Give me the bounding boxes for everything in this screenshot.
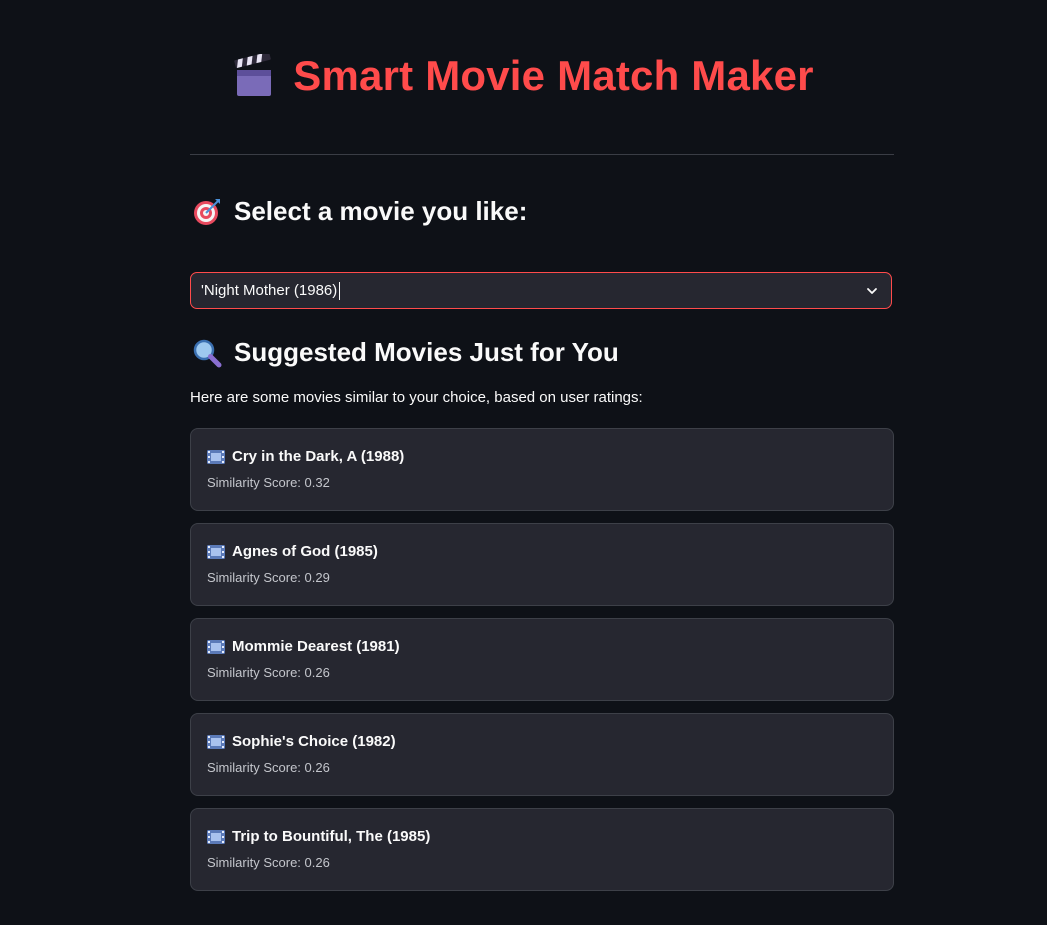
magnifying-glass-icon	[193, 339, 222, 367]
text-cursor	[339, 281, 341, 300]
movie-select-text: 'Night Mother (1986)	[201, 282, 338, 299]
similarity-score: Similarity Score: 0.32	[207, 475, 330, 490]
recommendation-card: Trip to Bountiful, The (1985) Similarity…	[190, 808, 894, 891]
clapper-board-icon	[234, 54, 272, 96]
film-frames-icon	[207, 734, 225, 749]
similarity-score: Similarity Score: 0.26	[207, 760, 330, 775]
chevron-down-icon[interactable]	[865, 284, 879, 298]
movie-select-value[interactable]: 'Night Mother (1986)	[201, 281, 341, 300]
select-section-heading: Select a movie you like:	[192, 196, 527, 227]
header-divider	[190, 154, 894, 155]
recommendation-card: Mommie Dearest (1981) Similarity Score: …	[190, 618, 894, 701]
direct-hit-target-icon	[194, 198, 220, 225]
recommendation-title-row: Mommie Dearest (1981)	[207, 638, 400, 655]
recommendation-title-row: Cry in the Dark, A (1988)	[207, 448, 404, 465]
film-frames-icon	[207, 829, 225, 844]
recommendation-list: Cry in the Dark, A (1988) Similarity Sco…	[190, 428, 894, 903]
recommendation-title: Agnes of God (1985)	[232, 543, 378, 560]
recommendation-title: Mommie Dearest (1981)	[232, 638, 400, 655]
recommendation-card: Agnes of God (1985) Similarity Score: 0.…	[190, 523, 894, 606]
recommendation-title-row: Agnes of God (1985)	[207, 543, 378, 560]
similarity-score: Similarity Score: 0.29	[207, 570, 330, 585]
recommendation-title: Trip to Bountiful, The (1985)	[232, 828, 431, 845]
page-title: Smart Movie Match Maker	[293, 52, 814, 99]
film-frames-icon	[207, 639, 225, 654]
suggest-section-title: Suggested Movies Just for You	[234, 337, 619, 367]
film-frames-icon	[207, 449, 225, 464]
recommendation-title: Cry in the Dark, A (1988)	[232, 448, 405, 465]
recommendation-title-row: Sophie's Choice (1982)	[207, 733, 396, 750]
similarity-score: Similarity Score: 0.26	[207, 855, 330, 870]
recommendation-card: Cry in the Dark, A (1988) Similarity Sco…	[190, 428, 894, 511]
recommendation-title-row: Trip to Bountiful, The (1985)	[207, 828, 430, 845]
page-header: Smart Movie Match Maker	[0, 52, 1047, 100]
recommendation-card: Sophie's Choice (1982) Similarity Score:…	[190, 713, 894, 796]
film-frames-icon	[207, 544, 225, 559]
recommendation-title: Sophie's Choice (1982)	[232, 733, 396, 750]
suggest-section-heading: Suggested Movies Just for You	[192, 337, 619, 368]
select-section-title: Select a movie you like:	[234, 196, 528, 226]
similarity-score: Similarity Score: 0.26	[207, 665, 330, 680]
suggest-intro-text: Here are some movies similar to your cho…	[190, 389, 643, 406]
app-page: Smart Movie Match Maker Select a movie y…	[0, 0, 1047, 925]
movie-select[interactable]: 'Night Mother (1986)	[190, 272, 892, 309]
